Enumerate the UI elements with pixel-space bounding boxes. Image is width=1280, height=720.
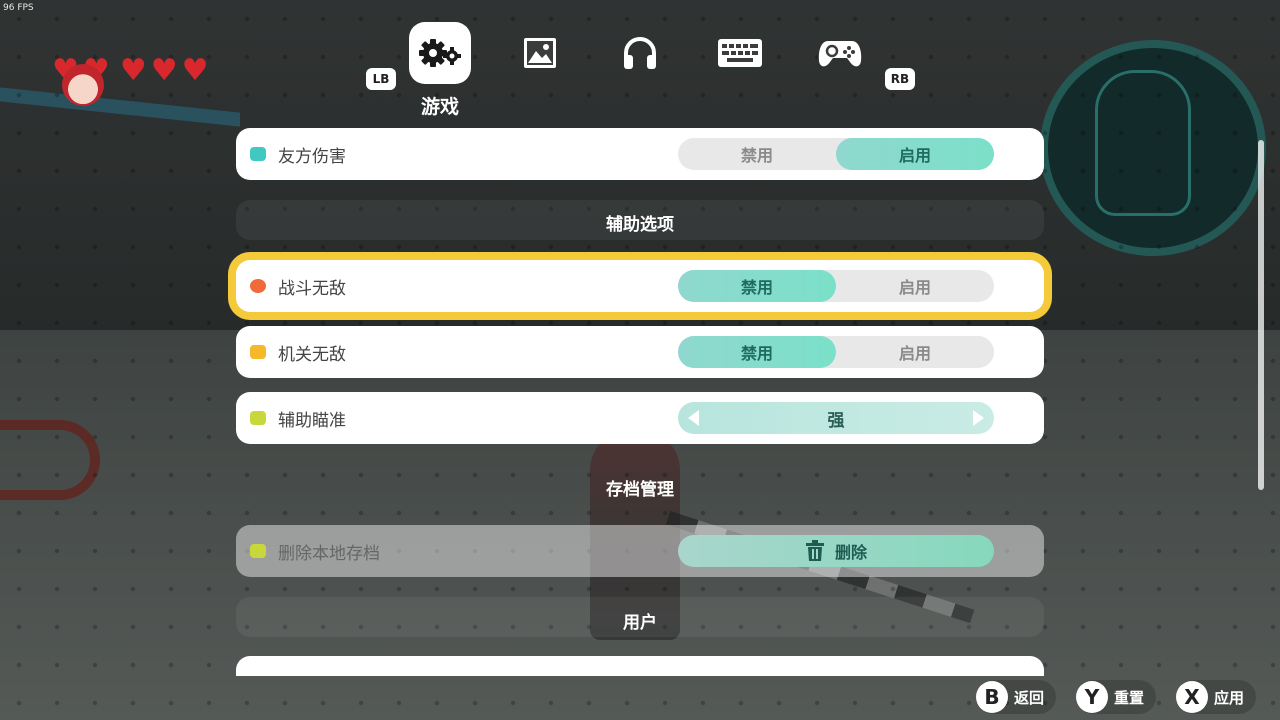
delete-button-label: 删除 — [834, 543, 867, 562]
combat-invincible-icon — [250, 279, 266, 293]
aim-assist-stepper[interactable]: 强 — [678, 402, 994, 434]
b-button-icon: B — [976, 681, 1008, 713]
friendly-fire-icon — [250, 147, 266, 161]
tab-display[interactable] — [509, 22, 571, 84]
trap-invincible-icon — [250, 345, 266, 359]
tab-keyboard[interactable] — [709, 22, 771, 84]
tab-game[interactable] — [409, 22, 471, 84]
keyboard-icon — [718, 39, 762, 67]
lb-button[interactable]: LB — [366, 68, 396, 90]
setting-label: 删除本地存档 — [278, 543, 380, 564]
friendly-fire-toggle[interactable]: 禁用 启用 — [678, 138, 994, 170]
arrow-left-icon[interactable] — [678, 402, 708, 434]
back-hint[interactable]: B 返回 — [976, 680, 1057, 714]
toggle-disable-option[interactable]: 禁用 — [678, 138, 836, 170]
aim-assist-icon — [250, 411, 266, 425]
y-button-icon: Y — [1076, 681, 1108, 713]
setting-label: 机关无敌 — [278, 344, 346, 365]
x-button-icon: X — [1176, 681, 1208, 713]
tab-audio[interactable] — [609, 22, 671, 84]
arrow-right-icon[interactable] — [964, 402, 994, 434]
setting-delete-save[interactable]: 删除本地存档 删除 — [236, 525, 1044, 577]
setting-label: 友方伤害 — [278, 146, 346, 167]
toggle-disable-option[interactable]: 禁用 — [678, 270, 836, 302]
active-tab-label: 游戏 — [420, 96, 459, 118]
back-label: 返回 — [1014, 688, 1045, 707]
trash-icon — [805, 540, 824, 561]
scrollbar[interactable] — [1258, 140, 1264, 490]
section-title-user: 用户 — [623, 613, 657, 633]
section-title-save: 存档管理 — [606, 480, 674, 500]
setting-label: 辅助瞄准 — [278, 410, 346, 431]
apply-hint[interactable]: X 应用 — [1176, 680, 1257, 714]
toggle-disable-option[interactable]: 禁用 — [678, 336, 836, 368]
setting-trap-invincible[interactable]: 机关无敌 禁用 启用 — [236, 326, 1044, 378]
apply-label: 应用 — [1214, 688, 1245, 707]
image-icon — [524, 38, 556, 68]
combat-invincible-toggle[interactable]: 禁用 启用 — [678, 270, 994, 302]
aim-assist-value: 强 — [827, 410, 845, 431]
toggle-enable-option[interactable]: 启用 — [836, 336, 994, 368]
settings-tabs: LB RB 游戏 — [0, 22, 1280, 132]
toggle-enable-option[interactable]: 启用 — [836, 270, 994, 302]
section-title-assist: 辅助选项 — [606, 215, 674, 235]
setting-combat-invincible[interactable]: 战斗无敌 禁用 启用 — [236, 260, 1044, 312]
fps-counter: 96 FPS — [3, 3, 34, 13]
headphones-icon — [624, 37, 656, 69]
tab-controller[interactable] — [809, 22, 871, 84]
setting-aim-assist[interactable]: 辅助瞄准 强 — [236, 392, 1044, 444]
delete-save-button[interactable]: 删除 — [678, 535, 994, 567]
setting-user-partial[interactable] — [236, 656, 1044, 676]
trap-invincible-toggle[interactable]: 禁用 启用 — [678, 336, 994, 368]
reset-hint[interactable]: Y 重置 — [1076, 680, 1157, 714]
gear-icon — [419, 39, 461, 67]
rb-button[interactable]: RB — [885, 68, 915, 90]
setting-label: 战斗无敌 — [278, 278, 346, 299]
gamepad-icon — [818, 41, 862, 67]
delete-save-icon — [250, 544, 266, 558]
reset-label: 重置 — [1114, 688, 1145, 707]
toggle-enable-option[interactable]: 启用 — [836, 138, 994, 170]
setting-friendly-fire[interactable]: 友方伤害 禁用 启用 — [236, 128, 1044, 180]
